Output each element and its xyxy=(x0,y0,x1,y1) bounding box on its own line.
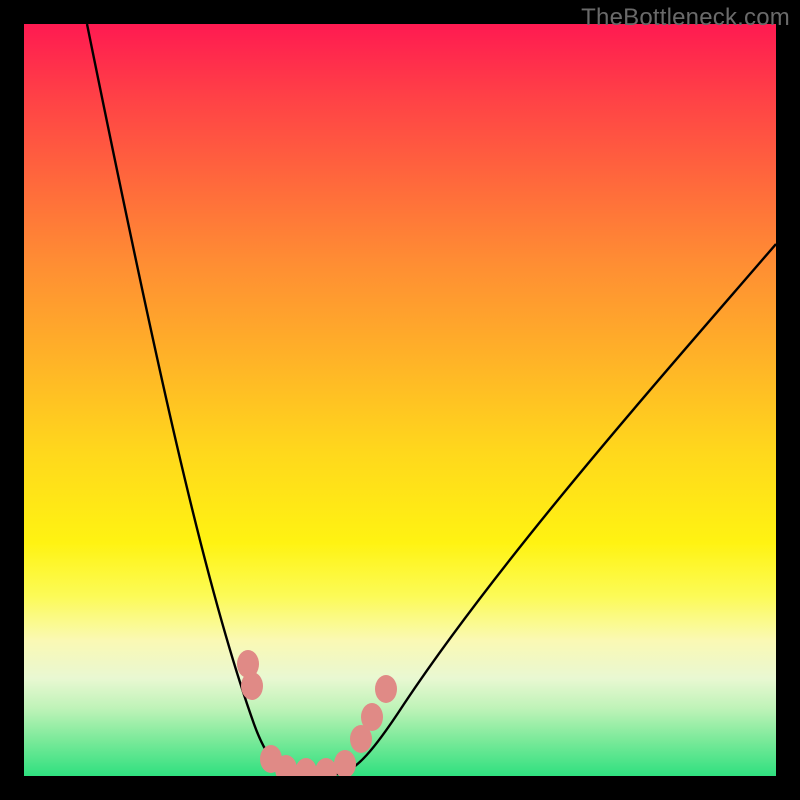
data-marker xyxy=(315,758,337,776)
data-marker xyxy=(241,672,263,700)
data-marker xyxy=(361,703,383,731)
watermark-text: TheBottleneck.com xyxy=(581,4,790,32)
curve-right xyxy=(339,244,776,774)
chart-frame xyxy=(24,24,776,776)
markers-group xyxy=(237,650,397,776)
curves-group xyxy=(87,24,776,774)
data-marker xyxy=(334,750,356,776)
chart-svg xyxy=(24,24,776,776)
data-marker xyxy=(375,675,397,703)
data-marker xyxy=(295,758,317,776)
curve-left xyxy=(87,24,294,774)
